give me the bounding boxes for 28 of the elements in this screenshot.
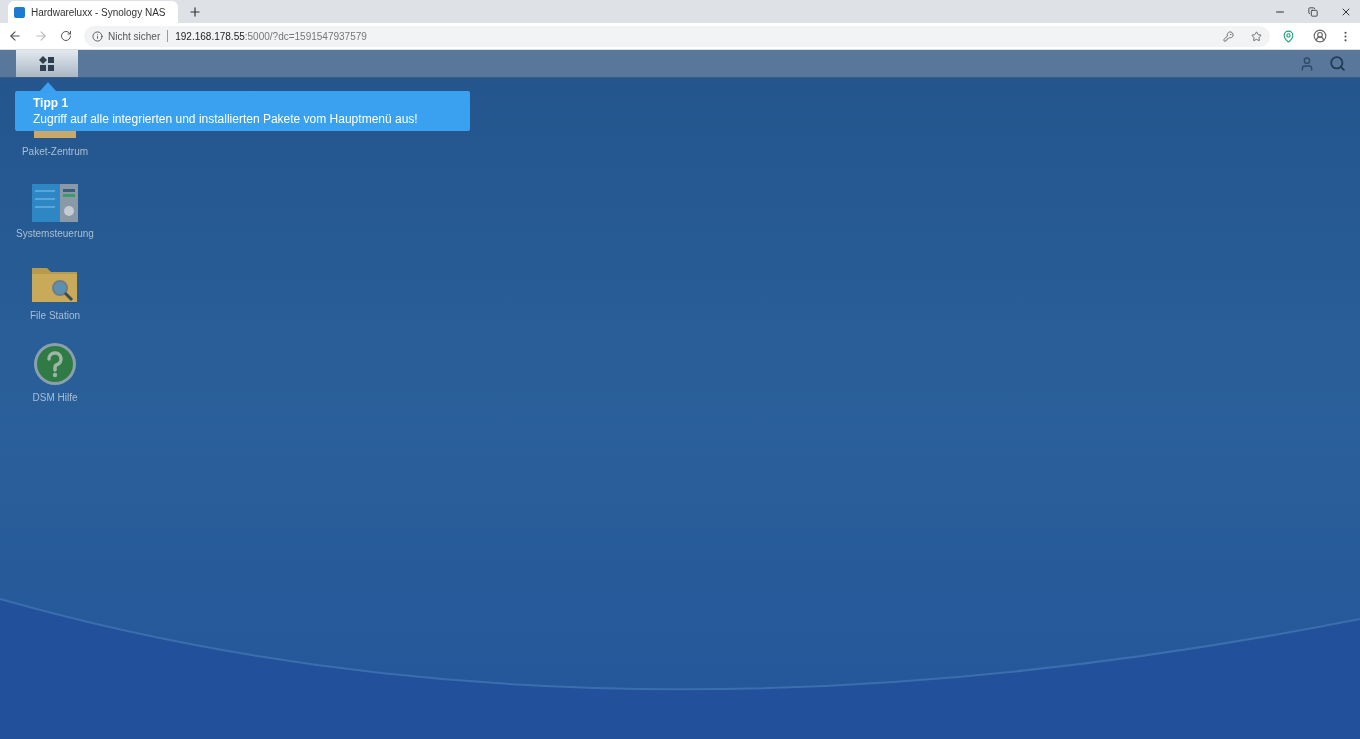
main-menu-button[interactable] [16, 50, 78, 77]
desktop-icon-label[interactable]: Paket-Zentrum [15, 146, 95, 157]
grid-icon [39, 55, 55, 72]
bookmark-star-icon[interactable] [1251, 30, 1262, 42]
user-icon[interactable] [1299, 55, 1315, 72]
desktop-icon-label[interactable]: DSM Hilfe [15, 392, 95, 403]
search-icon[interactable] [1329, 55, 1346, 72]
help-icon [33, 342, 77, 386]
key-icon[interactable] [1223, 30, 1234, 42]
tab-title: Hardwareluxx - Synology NAS [31, 5, 166, 20]
info-icon [92, 30, 103, 42]
url-text: 192.168.178.55:5000/?dc=1591547937579 [175, 29, 367, 44]
new-tab-icon[interactable] [188, 5, 202, 19]
tooltip-title: Tipp 1 [33, 95, 70, 111]
control-panel-icon [32, 184, 78, 222]
extension-pin-icon[interactable] [1282, 29, 1295, 43]
security-label: Nicht sicher [108, 29, 161, 44]
desktop-icon-label[interactable]: File Station [15, 310, 95, 321]
desktop-icon-label[interactable]: Systemsteuerung [15, 228, 95, 239]
favicon-icon [14, 6, 25, 18]
profile-icon[interactable] [1313, 29, 1327, 43]
reload-icon[interactable] [60, 30, 72, 42]
address-bar[interactable]: Nicht sicher 192.168.178.55:5000/?dc=1591547937579 [84, 25, 1270, 47]
restore-icon[interactable] [1308, 6, 1318, 17]
browser-tab[interactable]: Hardwareluxx - Synology NAS [8, 1, 178, 23]
tooltip-text: Zugriff auf alle integrierten und installierten Pakete vom Hauptmenü aus! [33, 111, 419, 127]
forward-icon[interactable] [34, 29, 48, 43]
back-icon[interactable] [8, 29, 22, 43]
